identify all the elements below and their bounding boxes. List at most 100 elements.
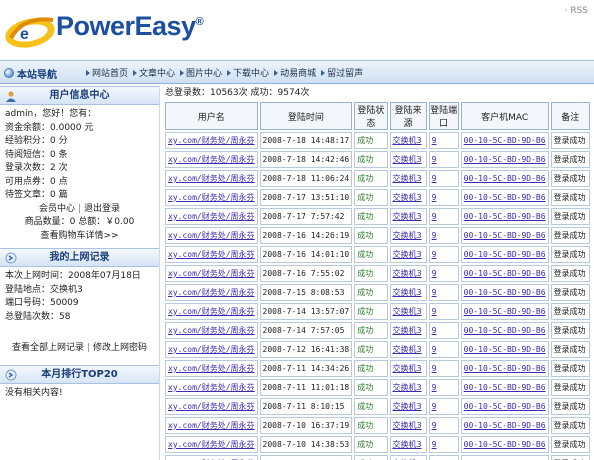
cell-source[interactable]: 交换机3 bbox=[389, 322, 427, 339]
cell-login-time: 2008-7-17 7:57:42 bbox=[259, 208, 353, 225]
cell-mac[interactable]: 00-10-5C-BD-9D-B6 bbox=[460, 132, 549, 149]
cell-username[interactable]: xy.com/财务处/周永芬 bbox=[165, 246, 258, 263]
cell-port[interactable]: 9 bbox=[428, 265, 459, 282]
cell-username[interactable]: xy.com/财务处/周永芬 bbox=[165, 151, 258, 168]
cell-port[interactable]: 9 bbox=[428, 189, 459, 206]
cell-source[interactable]: 交换机3 bbox=[389, 398, 427, 415]
member-center-link[interactable]: 会员中心 bbox=[39, 203, 75, 217]
cell-mac[interactable]: 00-10-5C-BD-9D-B6 bbox=[460, 379, 549, 396]
cell-username[interactable]: xy.com/财务处/周永芬 bbox=[165, 284, 258, 301]
cell-port[interactable]: 9 bbox=[428, 360, 459, 377]
cell-source[interactable]: 交换机3 bbox=[389, 246, 427, 263]
nav-link-downloads[interactable]: 下载中心 bbox=[227, 66, 269, 79]
cell-username[interactable]: xy.com/财务处/周永芬 bbox=[165, 417, 258, 434]
cell-source[interactable]: 交换机3 bbox=[389, 151, 427, 168]
cell-port[interactable]: 9 bbox=[428, 417, 459, 434]
cell-mac[interactable]: 00-10-5C-BD-9D-B6 bbox=[460, 341, 549, 358]
balance: 资金余额：0.0000 元 bbox=[5, 122, 94, 133]
cell-source[interactable]: 交换机3 bbox=[389, 265, 427, 282]
user-links: 会员中心 | 退出登录 bbox=[5, 203, 154, 217]
cell-mac[interactable]: 00-10-5C-BD-9D-B6 bbox=[460, 151, 549, 168]
cell-username[interactable]: xy.com/财务处/周永芬 bbox=[165, 208, 258, 225]
cell-source[interactable]: 交换机3 bbox=[389, 341, 427, 358]
site-header: e PowerEasy® · RSS bbox=[0, 0, 594, 60]
cell-source[interactable]: 交换机3 bbox=[389, 360, 427, 377]
nav-link-home[interactable]: 网站首页 bbox=[86, 66, 128, 79]
cell-source[interactable]: 交换机3 bbox=[389, 303, 427, 320]
cell-mac[interactable]: 00-10-5C-BD-9D-B6 bbox=[460, 322, 549, 339]
cell-port[interactable]: 9 bbox=[428, 151, 459, 168]
cell-mac[interactable]: 00-10-5C-BD-9D-B6 bbox=[460, 170, 549, 187]
cell-source[interactable]: 交换机3 bbox=[389, 417, 427, 434]
cell-port[interactable]: 9 bbox=[428, 379, 459, 396]
cell-port[interactable]: 9 bbox=[428, 341, 459, 358]
cell-port[interactable]: 9 bbox=[428, 436, 459, 453]
cell-source[interactable]: 交换机3 bbox=[389, 227, 427, 244]
cell-mac[interactable]: 00-10-5C-BD-9D-B6 bbox=[460, 360, 549, 377]
cell-username[interactable]: xy.com/财务处/周永芬 bbox=[165, 322, 258, 339]
cell-note: 登录成功 bbox=[550, 303, 590, 320]
nav-link-shop[interactable]: 动易商城 bbox=[274, 66, 316, 79]
cell-username[interactable]: xy.com/财务处/周永芬 bbox=[165, 265, 258, 282]
table-row: xy.com/财务处/周永芬 2008-7-11 8:10:15 成功 交换机3 9 00… bbox=[165, 398, 590, 415]
cell-source[interactable]: 交换机3 bbox=[389, 208, 427, 225]
cell-source[interactable]: 交换机3 bbox=[389, 379, 427, 396]
logout-link[interactable]: 退出登录 bbox=[84, 203, 120, 217]
cell-mac[interactable]: 00-10-5C-BD-9D-B6 bbox=[460, 208, 549, 225]
cell-mac[interactable]: 00-10-5C-BD-9D-B6 bbox=[460, 398, 549, 415]
nav-link-articles[interactable]: 文章中心 bbox=[133, 66, 175, 79]
cell-port[interactable]: 9 bbox=[428, 322, 459, 339]
cell-username[interactable]: xy.com/财务处/周永芬 bbox=[165, 189, 258, 206]
cell-source[interactable]: 交换机3 bbox=[389, 189, 427, 206]
cell-port[interactable]: 9 bbox=[428, 246, 459, 263]
view-all-records-link[interactable]: 查看全部上网记录 bbox=[12, 342, 84, 356]
cell-username[interactable]: xy.com/财务处/周永芬 bbox=[165, 132, 258, 149]
login-location: 登陆地点：交换机3 bbox=[5, 284, 83, 295]
table-row: xy.com/财务处/周永芬 2008-7-11 14:34:26 成功 交换机3 9 0… bbox=[165, 360, 590, 377]
cell-mac[interactable]: 00-10-5C-BD-9D-B6 bbox=[460, 417, 549, 434]
cell-username[interactable]: xy.com/财务处/周永芬 bbox=[165, 379, 258, 396]
cell-port[interactable]: 9 bbox=[428, 208, 459, 225]
cell-username[interactable]: xy.com/财务处/周永芬 bbox=[165, 398, 258, 415]
cell-mac[interactable]: 00-10-5C-BD-9D-B6 bbox=[460, 265, 549, 282]
cell-username[interactable]: xy.com/财务处/周永芬 bbox=[165, 227, 258, 244]
cell-username[interactable]: xy.com/财务处/周永芬 bbox=[165, 436, 258, 453]
cell-source[interactable]: 交换机3 bbox=[389, 284, 427, 301]
cell-port[interactable]: 9 bbox=[428, 303, 459, 320]
cell-port[interactable]: 9 bbox=[428, 170, 459, 187]
cell-username[interactable]: xy.com/财务处/周永芬 bbox=[165, 170, 258, 187]
cell-username[interactable]: xy.com/财务处/周永芬 bbox=[165, 360, 258, 377]
cell-mac[interactable]: 00-10-5C-BD-9D-B6 bbox=[460, 303, 549, 320]
cell-mac[interactable]: 00-10-5C-BD-9D-B6 bbox=[460, 246, 549, 263]
cell-mac[interactable]: 00-10-5C-BD-9D-B6 bbox=[460, 455, 549, 460]
cart-details-link[interactable]: 查看购物车详情>> bbox=[5, 230, 154, 244]
cell-mac[interactable]: 00-10-5C-BD-9D-B6 bbox=[460, 284, 549, 301]
cell-username[interactable]: xy.com/财务处/周永芬 bbox=[165, 455, 258, 460]
cell-source[interactable]: 交换机3 bbox=[389, 170, 427, 187]
cell-port[interactable]: 9 bbox=[428, 227, 459, 244]
table-row: xy.com/财务处/周永芬 2008-7-10 16:37:19 成功 交换机3 9 0… bbox=[165, 417, 590, 434]
cell-source[interactable]: 交换机3 bbox=[389, 132, 427, 149]
cell-mac[interactable]: 00-10-5C-BD-9D-B6 bbox=[460, 227, 549, 244]
cell-port[interactable]: 9 bbox=[428, 398, 459, 415]
cell-mac[interactable]: 00-10-5C-BD-9D-B6 bbox=[460, 189, 549, 206]
cell-status: 成功 bbox=[354, 341, 388, 358]
login-count: 登录次数：2 次 bbox=[5, 163, 68, 173]
cell-username[interactable]: xy.com/财务处/周永芬 bbox=[165, 303, 258, 320]
cell-username[interactable]: xy.com/财务处/周永芬 bbox=[165, 341, 258, 358]
cell-mac[interactable]: 00-10-5C-BD-9D-B6 bbox=[460, 436, 549, 453]
cart-summary: 商品数量：0 总额：￥0.00 bbox=[24, 217, 135, 227]
cell-port[interactable]: 9 bbox=[428, 455, 459, 460]
cell-note: 登录成功 bbox=[550, 132, 590, 149]
cell-source[interactable]: 交换机3 bbox=[389, 436, 427, 453]
cell-port[interactable]: 9 bbox=[428, 284, 459, 301]
table-row: xy.com/财务处/周永芬 2008-7-17 7:57:42 成功 交换机3 9 00… bbox=[165, 208, 590, 225]
cell-login-time: 2008-7-10 14:38:53 bbox=[259, 436, 353, 453]
nav-link-images[interactable]: 图片中心 bbox=[180, 66, 222, 79]
rss-link[interactable]: · RSS bbox=[565, 6, 588, 16]
cell-port[interactable]: 9 bbox=[428, 132, 459, 149]
cell-source[interactable]: 交换机3 bbox=[389, 455, 427, 460]
change-password-link[interactable]: 修改上网密码 bbox=[93, 342, 147, 356]
table-row: xy.com/财务处/周永芬 2008-7-16 14:26:19 成功 交换机3 9 0… bbox=[165, 227, 590, 244]
nav-link-guestbook[interactable]: 留过留声 bbox=[321, 66, 363, 79]
